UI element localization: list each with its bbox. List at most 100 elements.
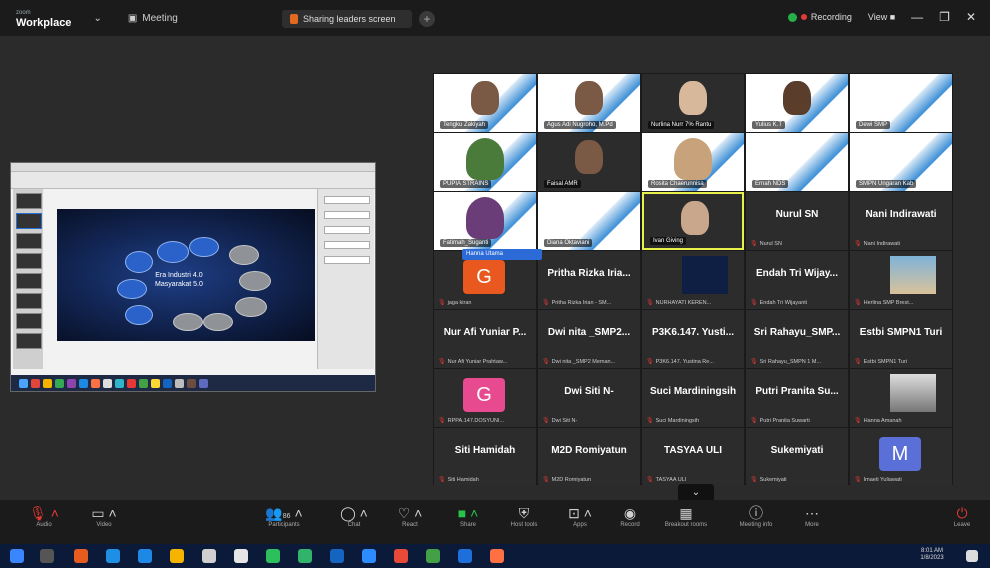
mail-icon[interactable]	[234, 549, 248, 563]
dock-app-icon[interactable]	[199, 378, 208, 388]
app-icon[interactable]	[426, 549, 440, 563]
system-clock[interactable]: 8:01 AM 1/8/2023	[914, 548, 950, 562]
shared-screen[interactable]: Era Industri 4.0 Masyarakat 5.0	[10, 162, 376, 392]
participant-tile[interactable]: G 🎙 RPPA.147.DOSYUNI...	[434, 369, 536, 427]
audio-button[interactable]: 🎙︎ ˄ Audio	[16, 504, 72, 528]
meeting-menu[interactable]: ▣ Meeting	[128, 13, 178, 24]
participant-subname-text: TASYAA ULI	[655, 476, 687, 483]
start-windows-icon[interactable]	[10, 549, 24, 563]
file-explorer-icon[interactable]	[170, 549, 184, 563]
app-icon[interactable]	[490, 549, 504, 563]
maximize-button[interactable]: ❐	[939, 10, 950, 24]
panel-field[interactable]	[324, 196, 370, 204]
app-icon[interactable]	[330, 549, 344, 563]
participants-button[interactable]: 👥86 ˄ Participants	[256, 504, 312, 528]
participant-tile[interactable]: Yulius K.T	[746, 74, 848, 132]
dock-app-icon[interactable]	[187, 378, 196, 388]
participant-tile[interactable]: Sri Rahayu_SMP... 🎙 Sri Rahayu_SMPN 1 M..…	[746, 310, 848, 368]
participant-tile[interactable]: M 🎙 Imaeti Yuliawati	[850, 428, 952, 486]
more-button[interactable]: ⋯ More	[784, 504, 840, 528]
participant-tile[interactable]: 🎙 Herlina SMP Brest...	[850, 251, 952, 309]
meeting-info-button[interactable]: ⓘ Meeting info	[728, 504, 784, 528]
dock-app-icon[interactable]	[19, 378, 28, 388]
dock-app-icon[interactable]	[91, 378, 100, 388]
app-icon[interactable]	[394, 549, 408, 563]
add-tab-button[interactable]: +	[419, 11, 435, 27]
dock-app-icon[interactable]	[31, 378, 40, 388]
participant-tile[interactable]: Dwi nita _SMP2... 🎙 Dwi nita _SMP2 Meman.…	[538, 310, 640, 368]
participant-tile[interactable]: Ernah NDS	[746, 133, 848, 191]
app-icon[interactable]	[202, 549, 216, 563]
panel-field[interactable]	[324, 256, 370, 264]
participant-tile[interactable]: Faisal AMR	[538, 133, 640, 191]
participant-tile[interactable]: Pritha Rizka Iria... 🎙 Pritha Rizka Irian…	[538, 251, 640, 309]
participant-tile[interactable]: Suci Mardiningsih 🎙 Suci Mardiningsih	[642, 369, 744, 427]
participant-tile[interactable]: 🎙 Hanna Amanah	[850, 369, 952, 427]
recording-indicator[interactable]: Recording	[787, 12, 852, 22]
breakout-rooms-button[interactable]: ▦ Breakout rooms	[658, 504, 714, 528]
firefox-icon[interactable]	[74, 549, 88, 563]
dock-app-icon[interactable]	[127, 378, 136, 388]
participant-tile[interactable]: Siti Hamidah 🎙 Siti Hamidah	[434, 428, 536, 486]
participant-tile[interactable]: Dewi SMP	[850, 74, 952, 132]
participant-tile[interactable]: P3K6.147. Yusti... 🎙 P3K6.147. Yustina Re…	[642, 310, 744, 368]
panel-field[interactable]	[324, 226, 370, 234]
participant-tile[interactable]: Nurul SN 🎙 Nurul SN	[746, 192, 848, 250]
participant-tile[interactable]: Fatimah_Suganti	[434, 192, 536, 250]
participant-tile[interactable]: M2D Romiyatun 🎙 M2D Romiyatun	[538, 428, 640, 486]
share-button[interactable]: ■ ˄ Share	[440, 504, 496, 528]
video-button[interactable]: ▭ ˄ Video	[76, 504, 132, 528]
record-button[interactable]: ◉ Record	[602, 504, 658, 528]
host-tools-button[interactable]: ⛨ Host tools	[496, 504, 552, 528]
react-button[interactable]: ♡ ˄ React	[382, 504, 438, 528]
chrome-icon[interactable]	[298, 549, 312, 563]
dock-app-icon[interactable]	[55, 378, 64, 388]
participant-tile[interactable]: SMPN Ungaran Kab	[850, 133, 952, 191]
participant-tile[interactable]: Endah Tri Wijay... 🎙 Endah Tri Wijayanti	[746, 251, 848, 309]
participant-tile[interactable]: Nurlina Nurr 7% Rantu	[642, 74, 744, 132]
task-view-icon[interactable]	[40, 549, 54, 563]
participant-tile[interactable]: Sukemiyati 🎙 Sukemiyati	[746, 428, 848, 486]
app-icon[interactable]	[458, 549, 472, 563]
edge-icon[interactable]	[106, 549, 120, 563]
view-button[interactable]: View ■	[868, 12, 895, 22]
dock-app-icon[interactable]	[67, 378, 76, 388]
dock-app-icon[interactable]	[103, 378, 112, 388]
participant-tile[interactable]: Agus Adi Nugroho, M.Pd	[538, 74, 640, 132]
dock-app-icon[interactable]	[115, 378, 124, 388]
tab-share[interactable]: Sharing leaders screen	[282, 10, 412, 28]
close-button[interactable]: ✕	[966, 10, 976, 24]
participant-tile[interactable]: Dwi Siti N- 🎙 Dwi Siti N-	[538, 369, 640, 427]
apps-button[interactable]: ⊡ ˄ Apps	[552, 504, 608, 528]
dock-app-icon[interactable]	[175, 378, 184, 388]
participant-tile-speaking[interactable]: Ivan Giving	[642, 192, 744, 250]
app-icon[interactable]	[266, 549, 280, 563]
notification-icon[interactable]	[966, 550, 978, 562]
dock-app-icon[interactable]	[163, 378, 172, 388]
dropdown-chevron-icon[interactable]: ⌄	[93, 13, 101, 24]
store-icon[interactable]	[138, 549, 152, 563]
participant-video	[466, 197, 504, 239]
participant-tile[interactable]: TASYAA ULI 🎙 TASYAA ULI	[642, 428, 744, 486]
panel-field[interactable]	[324, 241, 370, 249]
participant-tile[interactable]: Nani Indirawati 🎙 Nani Indirawati	[850, 192, 952, 250]
panel-field[interactable]	[324, 211, 370, 219]
avatar: G	[463, 260, 505, 294]
dock-app-icon[interactable]	[79, 378, 88, 388]
participant-tile[interactable]: Nur Afi Yuniar P... 🎙 Nur Afi Yuniar Prah…	[434, 310, 536, 368]
participant-tile[interactable]: Diana Oktaviani	[538, 192, 640, 250]
participant-tile[interactable]: Estbi SMPN1 Turi 🎙 Estbi SMPN1 Turi	[850, 310, 952, 368]
participant-tile[interactable]: 🎙 NURHAYATI KEREN...	[642, 251, 744, 309]
minimize-button[interactable]: —	[911, 10, 923, 24]
participant-subname-text: Hanna Amanah	[863, 417, 902, 424]
participant-tile[interactable]: Rosita Chaerunnisa	[642, 133, 744, 191]
zoom-icon[interactable]	[362, 549, 376, 563]
leave-button[interactable]: ⏻ Leave	[938, 504, 986, 528]
dock-app-icon[interactable]	[151, 378, 160, 388]
dock-app-icon[interactable]	[139, 378, 148, 388]
participant-tile[interactable]: PUPIA STRAINS	[434, 133, 536, 191]
chat-button[interactable]: ◯ ˄ Chat	[326, 504, 382, 528]
participant-tile[interactable]: Tengku Zakiyah	[434, 74, 536, 132]
dock-app-icon[interactable]	[43, 378, 52, 388]
participant-tile[interactable]: Putri Pranita Su... 🎙 Putri Pranita Suwar…	[746, 369, 848, 427]
